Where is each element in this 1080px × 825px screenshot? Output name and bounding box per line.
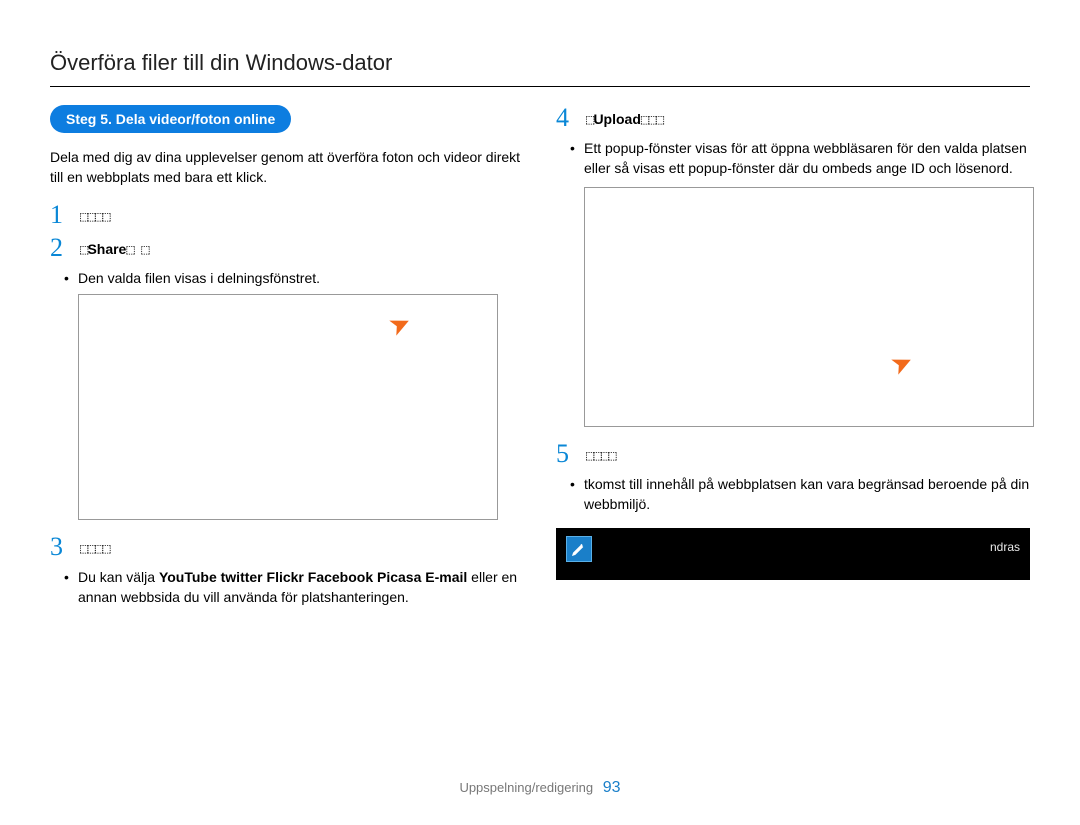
step-1: 1 ⬚⬚⬚⬚	[50, 202, 524, 229]
title-divider	[50, 86, 1030, 87]
intro-text: Dela med dig av dina upplevelser genom a…	[50, 147, 524, 188]
step-2-bold: Share	[87, 241, 126, 257]
page-title: Överföra filer till din Windows-dator	[50, 50, 1030, 76]
screenshot-placeholder-right: ➤	[584, 187, 1034, 427]
cursor-arrow-icon: ➤	[886, 344, 919, 381]
step-3-glyph: ⬚⬚⬚⬚	[80, 541, 110, 557]
step-3: 3 ⬚⬚⬚⬚	[50, 534, 524, 561]
step-4-glyph: ⬚⬚⬚	[641, 112, 663, 128]
step-4-bullet: Ett popup-fönster visas för att öppna we…	[556, 138, 1030, 179]
step-3-head: ⬚⬚⬚⬚	[80, 540, 524, 557]
screenshot-placeholder-left: ➤	[78, 294, 498, 520]
step-4: 4 ⬚Upload⬚⬚⬚	[556, 105, 1030, 132]
step-badge: Steg 5. Dela videor/foton online	[50, 105, 291, 133]
step-5: 5 ⬚⬚⬚⬚	[556, 441, 1030, 468]
step-number-4: 4	[556, 105, 576, 131]
step-number-2: 2	[50, 235, 70, 261]
step-2-bullet: Den valda filen visas i delningsfönstret…	[50, 268, 524, 288]
step-number-3: 3	[50, 534, 70, 560]
step-number-5: 5	[556, 441, 576, 467]
page-footer: Uppspelning/redigering 93	[0, 779, 1080, 797]
step-2-glyph: ⬚ ⬚	[126, 242, 148, 258]
content-columns: Steg 5. Dela videor/foton online Dela me…	[50, 105, 1030, 613]
step-3-bullet-bold: YouTube twitter Flickr Facebook Picasa E…	[159, 569, 467, 585]
left-column: Steg 5. Dela videor/foton online Dela me…	[50, 105, 524, 613]
step-5-bullet: tkomst till innehåll på webbplatsen kan …	[556, 474, 1030, 515]
step-5-head: ⬚⬚⬚⬚	[586, 447, 1030, 464]
right-column: 4 ⬚Upload⬚⬚⬚ Ett popup-fönster visas för…	[556, 105, 1030, 613]
page-number: 93	[603, 779, 621, 796]
step-number-1: 1	[50, 202, 70, 228]
note-text: ndras	[602, 536, 1020, 554]
step-2-head: ⬚Share⬚ ⬚	[80, 241, 524, 258]
step-4-bold: Upload	[593, 111, 640, 127]
cursor-arrow-icon: ➤	[384, 306, 417, 343]
step-1-head: ⬚⬚⬚⬚	[80, 208, 524, 225]
step-3-bullet: Du kan välja YouTube twitter Flickr Face…	[50, 567, 524, 608]
note-box: ndras	[556, 528, 1030, 580]
step-4-head: ⬚Upload⬚⬚⬚	[586, 111, 1030, 128]
step-1-glyph: ⬚⬚⬚⬚	[80, 209, 110, 225]
note-pencil-icon	[566, 536, 592, 562]
step-5-glyph: ⬚⬚⬚⬚	[586, 448, 616, 464]
step-2: 2 ⬚Share⬚ ⬚	[50, 235, 524, 262]
step-3-bullet-pre: Du kan välja	[78, 569, 159, 585]
footer-section-label: Uppspelning/redigering	[459, 780, 593, 795]
